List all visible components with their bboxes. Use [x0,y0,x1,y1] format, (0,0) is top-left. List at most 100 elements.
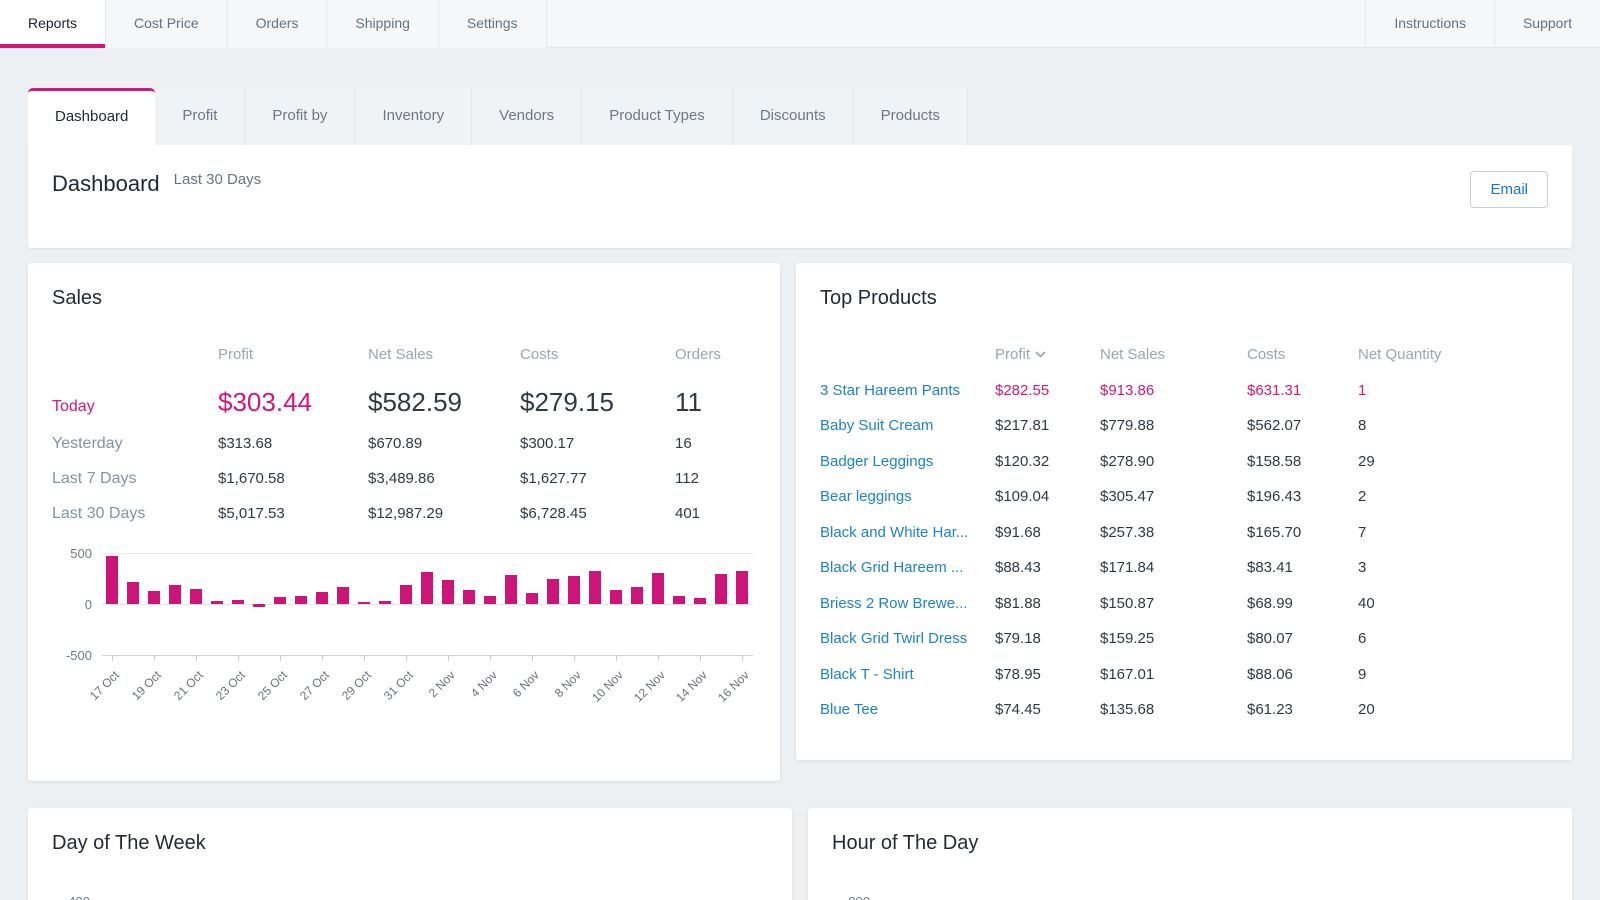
products-col-profit-sort[interactable]: Profit [995,346,1100,363]
product-net-sales-value: $913.86 [1100,382,1247,399]
product-costs-value: $68.99 [1247,595,1358,612]
x-axis-line [102,655,753,656]
product-row-black-grid-hareem: Black Grid Hareem ...$88.43$171.84$83.41… [820,559,1548,576]
x-axis-tick [574,655,575,661]
tab-discounts[interactable]: Discounts [733,88,854,145]
page-content: DashboardProfitProfit byInventoryVendors… [0,48,1600,900]
chart-bar-2-nov[interactable] [442,580,454,604]
top-products-header: Profit Net Sales Costs Net Quantity [820,346,1548,363]
product-qty-value: 6 [1358,630,1548,647]
chart-bar-26-oct[interactable] [295,596,307,604]
top-nav-spacer [547,0,1366,47]
product-profit-value: $81.88 [995,595,1100,612]
sales-orders-value: 11 [675,387,756,418]
product-row-badger-leggings: Badger Leggings$120.32$278.90$158.5829 [820,453,1548,470]
product-name-link[interactable]: Black Grid Twirl Dress [820,630,995,647]
chart-bar-15-nov[interactable] [715,574,727,604]
sales-net-sales-value: $12,987.29 [368,505,520,522]
product-qty-value: 3 [1358,559,1548,576]
product-name-link[interactable]: Badger Leggings [820,453,995,470]
chart-bar-8-nov[interactable] [568,576,580,604]
product-profit-value: $282.55 [995,382,1100,399]
nav-tab-cost-price[interactable]: Cost Price [106,0,228,48]
products-col-net-sales: Net Sales [1100,346,1247,363]
product-costs-value: $88.06 [1247,666,1358,683]
chart-bar-6-nov[interactable] [526,593,538,604]
sales-col-net-sales: Net Sales [368,346,520,363]
products-col-net-quantity: Net Quantity [1358,346,1548,363]
chart-bar-11-nov[interactable] [631,587,643,604]
page-header-panel: Dashboard Last 30 Days Email [28,145,1572,248]
product-qty-value: 40 [1358,595,1548,612]
chart-bar-14-nov[interactable] [694,598,706,604]
sales-orders-value: 16 [675,435,756,452]
chart-bar-12-nov[interactable] [652,573,664,604]
chart-bar-1-nov[interactable] [421,572,433,604]
product-name-link[interactable]: Black T - Shirt [820,666,995,683]
chart-bar-13-nov[interactable] [673,596,685,604]
chart-bar-31-oct[interactable] [400,585,412,604]
email-button[interactable]: Email [1470,171,1548,208]
x-axis-tick [448,655,449,661]
product-qty-value: 2 [1358,488,1548,505]
product-net-sales-value: $171.84 [1100,559,1247,576]
chart-bar-19-oct[interactable] [148,591,160,604]
day-of-week-card: Day of The Week 400 [28,808,792,900]
chart-bar-25-oct[interactable] [274,597,286,604]
chart-bar-9-nov[interactable] [589,571,601,604]
product-costs-value: $196.43 [1247,488,1358,505]
chart-bar-22-oct[interactable] [211,601,223,604]
product-name-link[interactable]: Bear leggings [820,488,995,505]
product-name-link[interactable]: Baby Suit Cream [820,417,995,434]
product-name-link[interactable]: Black and White Har... [820,524,995,541]
chart-bar-28-oct[interactable] [337,587,349,604]
tab-products[interactable]: Products [854,88,968,145]
day-of-week-chart: 400 [52,894,768,900]
chart-bar-7-nov[interactable] [547,579,559,604]
chart-bar-24-oct[interactable] [253,604,265,607]
sales-orders-value: 112 [675,470,756,487]
chart-bar-20-oct[interactable] [169,585,181,604]
hour-of-day-chart: 800 [832,894,1548,900]
chart-bar-27-oct[interactable] [316,592,328,604]
product-qty-value: 7 [1358,524,1548,541]
chart-bar-29-oct[interactable] [358,602,370,604]
chart-bar-4-nov[interactable] [484,596,496,604]
tab-product-types[interactable]: Product Types [582,88,733,145]
tab-vendors[interactable]: Vendors [472,88,582,145]
tab-profit-by[interactable]: Profit by [245,88,355,145]
product-net-sales-value: $159.25 [1100,630,1247,647]
tab-profit[interactable]: Profit [155,88,245,145]
chart-bar-30-oct[interactable] [379,601,391,604]
x-axis-tick [658,655,659,661]
nav-tab-shipping[interactable]: Shipping [327,0,439,48]
top-nav-left: ReportsCost PriceOrdersShippingSettings [0,0,547,48]
sales-row-last-30-days: Last 30 Days$5,017.53$12,987.29$6,728.45… [52,505,756,523]
chart-plot-area: 17 Oct19 Oct21 Oct23 Oct25 Oct27 Oct29 O… [102,553,753,655]
sales-profit-value: $303.44 [218,387,368,418]
product-name-link[interactable]: Black Grid Hareem ... [820,559,995,576]
chart-bar-10-nov[interactable] [610,590,622,604]
nav-tab-settings[interactable]: Settings [439,0,547,48]
chart-bar-18-oct[interactable] [127,582,139,604]
product-name-link[interactable]: Briess 2 Row Brewe... [820,595,995,612]
chart-bar-16-nov[interactable] [736,571,748,604]
nav-tab-support[interactable]: Support [1494,0,1600,47]
nav-tab-instructions[interactable]: Instructions [1365,0,1494,47]
hour-of-day-card: Hour of The Day 800 [808,808,1572,900]
nav-tab-orders[interactable]: Orders [228,0,328,48]
chart-bar-17-oct[interactable] [106,556,118,604]
chart-bar-3-nov[interactable] [463,590,475,604]
chart-bar-5-nov[interactable] [505,575,517,604]
nav-tab-reports[interactable]: Reports [0,0,106,48]
product-row-bear-leggings: Bear leggings$109.04$305.47$196.432 [820,488,1548,505]
y-axis-label: -500 [52,648,92,663]
product-name-link[interactable]: 3 Star Hareem Pants [820,382,995,399]
product-row-black-and-white-har: Black and White Har...$91.68$257.38$165.… [820,524,1548,541]
chart-bar-21-oct[interactable] [190,589,202,604]
sales-net-sales-value: $670.89 [368,435,520,452]
tab-dashboard[interactable]: Dashboard [28,88,155,145]
tab-inventory[interactable]: Inventory [355,88,472,145]
chart-bar-23-oct[interactable] [232,600,244,604]
product-name-link[interactable]: Blue Tee [820,701,995,718]
